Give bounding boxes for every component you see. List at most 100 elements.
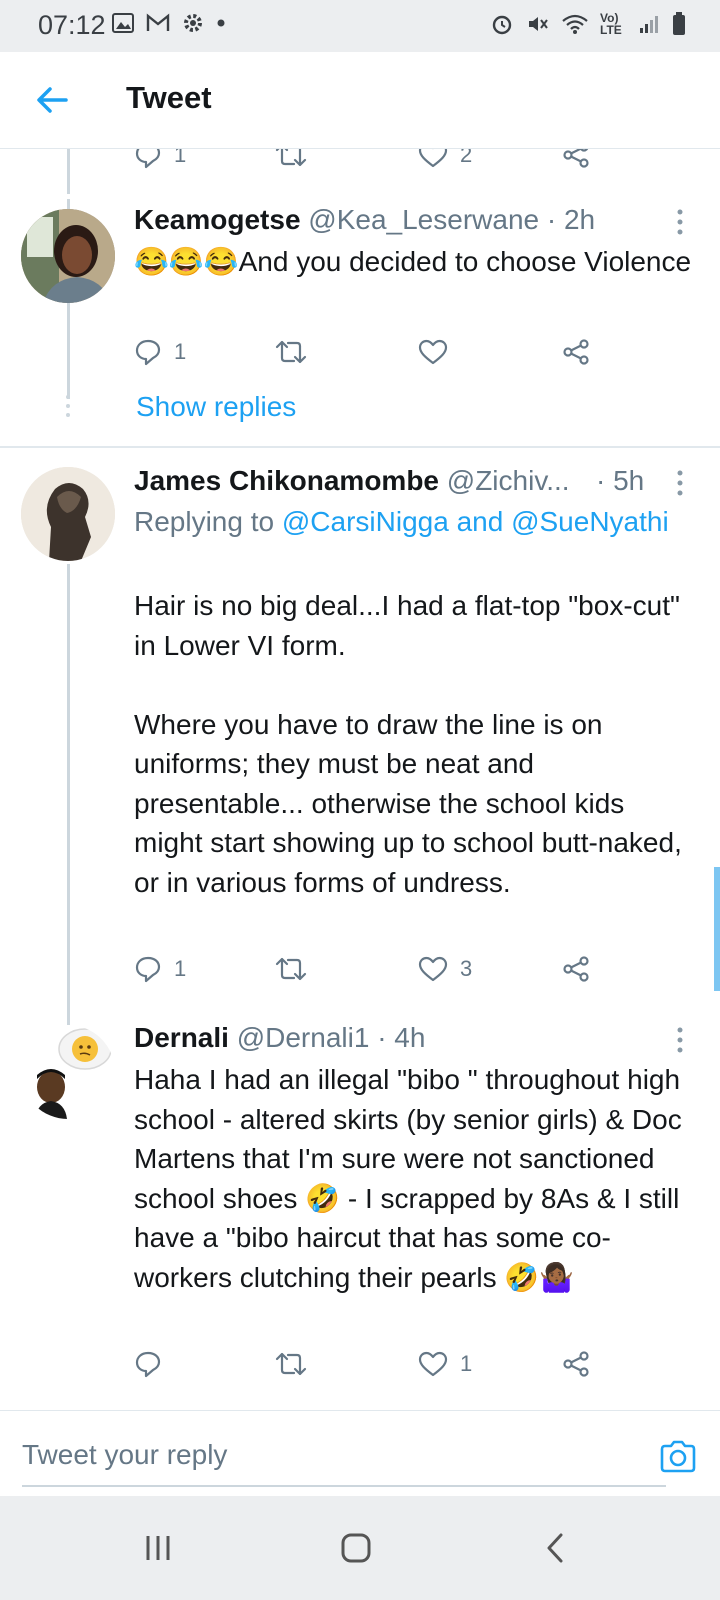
reply-icon: [135, 956, 161, 983]
mail-icon: [146, 13, 170, 31]
page-title: Tweet: [126, 80, 212, 115]
avatar[interactable]: [21, 1025, 115, 1119]
camera-icon[interactable]: [658, 1437, 698, 1477]
share-action[interactable]: [562, 149, 590, 175]
retweet-icon: [275, 340, 307, 364]
retweet-icon: [275, 149, 307, 167]
wifi-icon: [562, 14, 588, 34]
replying-to: Replying to @CarsiNigga and @SueNyathi: [134, 502, 674, 542]
retweet-action[interactable]: [274, 949, 320, 989]
author-name[interactable]: James Chikonamombe: [134, 465, 439, 496]
tweet-actions: 1: [134, 332, 604, 372]
tweet-actions: 1: [134, 1344, 604, 1384]
mute-icon: [529, 17, 548, 31]
retweet-action[interactable]: [274, 332, 320, 372]
avatar[interactable]: [21, 209, 115, 303]
conversation-thread[interactable]: 1 2 Keamogetse @Kea_Leserwane · 2h 😂😂😂An…: [0, 149, 720, 1409]
reply-icon: [135, 1351, 161, 1378]
network-type-label: Vo) LTE: [600, 11, 622, 37]
alarm-icon: [492, 15, 512, 35]
tweet-actions: 1 3: [134, 949, 604, 989]
avatar-photo-keamogetse: [21, 209, 115, 303]
like-count: 3: [460, 956, 473, 981]
replying-to-users[interactable]: @CarsiNigga and @SueNyathi: [282, 506, 669, 537]
tweet-header: Tweet: [0, 52, 720, 149]
back-arrow-icon[interactable]: [32, 80, 72, 120]
tweet-text: 😂😂😂And you decided to choose Violence: [134, 246, 692, 277]
settings-gear-icon: [184, 14, 202, 32]
more-icon[interactable]: [672, 1027, 688, 1053]
back-icon[interactable]: [536, 1528, 576, 1568]
tweet-time: · 4h: [377, 1022, 426, 1053]
reply-input[interactable]: Tweet your reply: [22, 1431, 666, 1487]
status-system-icons: Vo) LTE: [490, 12, 686, 36]
reply-count: 1: [174, 339, 187, 364]
share-icon: [563, 149, 589, 168]
like-action[interactable]: 3: [418, 949, 472, 989]
tweet-text: Hair is no big deal...I had a flat-top "…: [134, 590, 682, 898]
system-navigation-bar: [0, 1496, 720, 1600]
gallery-icon: [112, 13, 134, 33]
home-icon[interactable]: [336, 1528, 376, 1568]
like-count: 1: [460, 1351, 473, 1376]
share-action[interactable]: [562, 332, 590, 372]
avatar-photo-james: [21, 467, 115, 561]
retweet-action[interactable]: [274, 1344, 320, 1384]
share-icon: [563, 1351, 589, 1377]
avatar-bitmoji-dernali: [21, 1025, 115, 1119]
reply-action[interactable]: [134, 1344, 174, 1384]
retweet-icon: [275, 957, 307, 981]
thread-line: [67, 149, 70, 194]
like-count: 2: [460, 149, 473, 167]
reply-count: 1: [174, 956, 187, 981]
like-icon: [418, 339, 448, 365]
author-name[interactable]: Dernali: [134, 1022, 229, 1053]
share-icon: [563, 339, 589, 365]
reply-action[interactable]: 1: [134, 949, 186, 989]
signal-icon: [640, 16, 658, 33]
status-notification-icons: [112, 12, 226, 34]
tweet-header-line: Keamogetse @Kea_Leserwane · 2h: [134, 204, 595, 236]
status-time: 07:12: [38, 10, 106, 40]
recents-icon[interactable]: [138, 1528, 178, 1568]
show-replies-link[interactable]: Show replies: [136, 391, 296, 423]
divider: [0, 446, 720, 448]
reply-action[interactable]: 1: [134, 149, 186, 175]
like-icon: [418, 1351, 448, 1377]
thread-continuation-dots: [66, 395, 70, 422]
author-handle[interactable]: @Dernali1: [237, 1022, 370, 1053]
retweet-action[interactable]: [274, 149, 308, 175]
share-action[interactable]: [562, 1344, 590, 1384]
like-action[interactable]: 2: [418, 149, 472, 175]
scrollbar[interactable]: [714, 867, 720, 991]
tweet-text: Haha I had an illegal "bibo " throughout…: [134, 1064, 690, 1293]
tweet-time: · 2h: [546, 204, 596, 235]
tweet-time: · 5h: [596, 465, 645, 496]
like-icon: [418, 956, 448, 982]
author-handle[interactable]: @Zichiv...: [447, 465, 570, 496]
like-action[interactable]: 1: [418, 1344, 472, 1384]
share-icon: [563, 956, 589, 982]
author-handle[interactable]: @Kea_Leserwane: [308, 204, 539, 235]
share-action[interactable]: [562, 949, 590, 989]
avatar[interactable]: [21, 467, 115, 561]
dot-icon: [217, 19, 225, 27]
like-icon: [418, 149, 448, 168]
battery-icon: [673, 12, 685, 35]
reply-icon: [135, 149, 161, 169]
like-action[interactable]: [418, 332, 460, 372]
tweet-actions-partial: 1 2: [134, 149, 604, 175]
status-bar: 07:12 Vo) LTE: [0, 0, 720, 52]
tweet-header-line: Dernali @Dernali1 · 4h: [134, 1022, 425, 1054]
retweet-icon: [275, 1352, 307, 1376]
thread-line: [67, 564, 70, 1034]
replying-to-prefix: Replying to: [134, 506, 275, 537]
tweet-header-line: James Chikonamombe @Zichiv...: [134, 465, 634, 497]
more-icon[interactable]: [672, 470, 688, 496]
reply-composer: Tweet your reply: [0, 1410, 720, 1497]
reply-action[interactable]: 1: [134, 332, 186, 372]
author-name[interactable]: Keamogetse: [134, 204, 301, 235]
reply-count: 1: [174, 149, 187, 167]
reply-icon: [135, 339, 161, 366]
more-icon[interactable]: [672, 209, 688, 235]
